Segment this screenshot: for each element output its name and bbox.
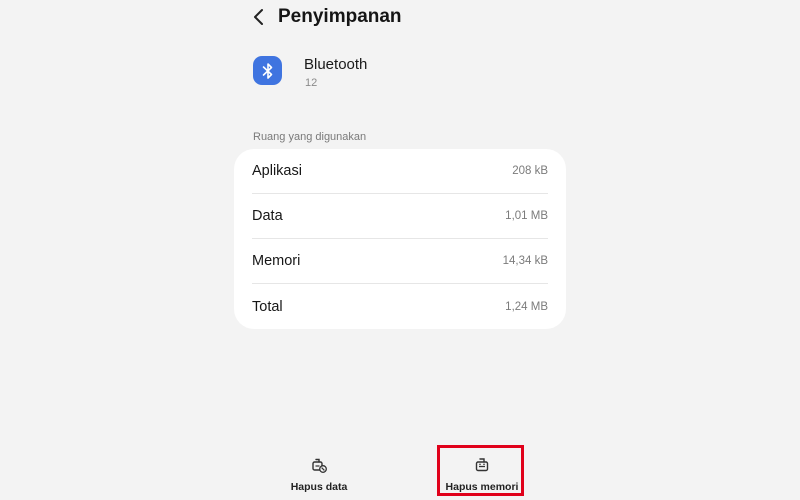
section-label: Ruang yang digunakan [253, 131, 367, 143]
storage-row-label: Memori [252, 253, 301, 269]
storage-row-value: 14,34 kB [502, 255, 548, 267]
storage-row-data: Data 1,01 MB [252, 194, 548, 239]
storage-row-memori: Memori 14,34 kB [252, 239, 548, 284]
storage-row-label: Aplikasi [252, 163, 302, 179]
back-button[interactable] [248, 5, 270, 29]
bluetooth-icon [262, 62, 272, 79]
page-title: Penyimpanan [278, 6, 402, 27]
storage-row-value: 208 kB [512, 165, 548, 177]
storage-row-label: Data [252, 208, 283, 224]
clear-cache-label: Hapus memori [445, 481, 519, 493]
clear-data-button[interactable]: Hapus data [285, 456, 353, 493]
clear-cache-button[interactable]: Hapus memori [440, 456, 524, 493]
clear-data-icon [310, 456, 328, 474]
storage-card: Aplikasi 208 kB Data 1,01 MB Memori 14,3… [234, 149, 566, 329]
clear-cache-icon [473, 456, 491, 474]
clear-data-label: Hapus data [290, 481, 348, 493]
storage-row-value: 1,24 MB [505, 300, 548, 313]
storage-row-label: Total [252, 298, 283, 315]
bluetooth-app-icon [253, 56, 282, 85]
storage-row-value: 1,01 MB [505, 210, 548, 222]
storage-row-total: Total 1,24 MB [252, 284, 548, 329]
chevron-left-icon [254, 9, 263, 25]
storage-row-aplikasi: Aplikasi 208 kB [252, 149, 548, 194]
app-name: Bluetooth [304, 56, 368, 73]
app-version: 12 [305, 77, 318, 89]
